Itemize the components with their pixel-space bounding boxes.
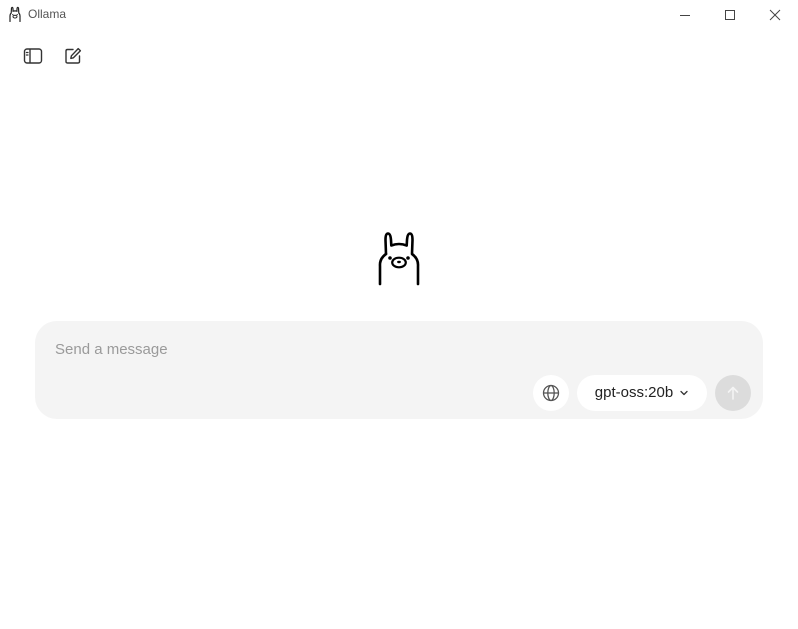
new-chat-button[interactable]	[60, 43, 86, 69]
minimize-button[interactable]	[662, 0, 708, 30]
close-icon	[769, 9, 781, 21]
close-button[interactable]	[752, 0, 798, 30]
message-composer: gpt-oss:20b	[35, 321, 763, 419]
ollama-app-icon	[9, 6, 21, 22]
message-input[interactable]	[55, 337, 655, 361]
maximize-icon	[725, 10, 735, 20]
chevron-down-icon	[680, 390, 688, 396]
model-selector[interactable]: gpt-oss:20b	[577, 375, 707, 411]
globe-icon	[542, 384, 560, 402]
model-name: gpt-oss:20b	[594, 384, 674, 401]
window-title: Ollama	[28, 7, 67, 21]
app-window: Ollama Send a message gpt-oss:20b	[0, 0, 798, 629]
new-chat-icon	[65, 47, 82, 64]
ollama-llama-icon	[378, 232, 420, 286]
web-search-button[interactable]	[533, 375, 569, 411]
title-bar: Ollama	[0, 0, 798, 30]
sidebar-toggle-button[interactable]	[20, 43, 46, 69]
sidebar-icon	[23, 48, 43, 64]
send-button[interactable]	[715, 375, 751, 411]
arrow-up-icon	[727, 386, 739, 400]
maximize-button[interactable]	[707, 0, 753, 30]
minimize-icon	[680, 15, 690, 16]
